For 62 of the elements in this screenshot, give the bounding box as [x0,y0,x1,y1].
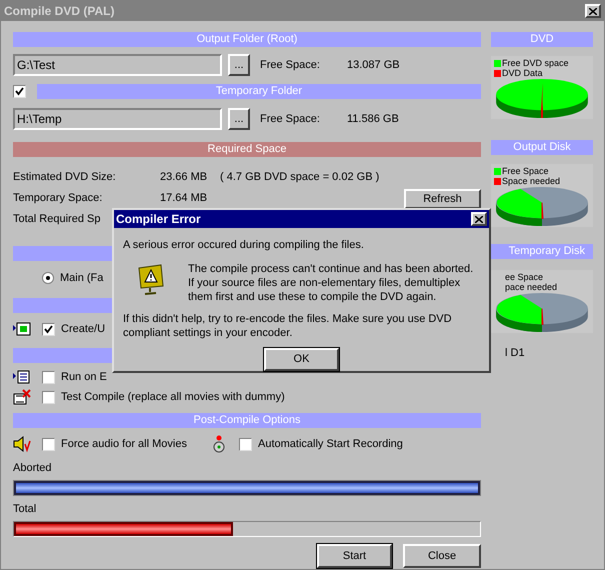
progress-label: Total [13,502,38,517]
size-value: 17.64 MB [160,191,208,206]
checkbox[interactable] [239,438,252,450]
checkbox-label: Automatically Start Recording [258,436,403,452]
checkbox[interactable] [42,438,55,450]
disc-record-icon [212,435,226,453]
error-hint: If this didn't help, try to re-encode the files. Make sure you use DVD compliant settings in your encoder. [122,312,453,340]
progress-label: Aborted [13,460,53,476]
close-icon [475,216,483,222]
window-title: Compile DVD (PAL) [4,3,114,20]
size-label: Estimated DVD Size: [13,170,117,186]
checkbox-label: Run on E [61,370,107,385]
panel-header: Temporary Disk [491,244,593,259]
ok-button[interactable]: OK [264,348,339,370]
panel-header: DVD [491,32,593,47]
dialog-button[interactable]: Start [317,544,392,568]
checkbox[interactable] [42,322,55,336]
checkbox-label: Create/U [61,322,106,337]
checkbox[interactable] [42,370,55,384]
section-header: Output Folder (Root) [13,32,481,47]
legend-label: Space needed [502,176,560,186]
close-button[interactable] [471,212,487,226]
size-label: Temporary Space: [13,191,104,206]
checkbox[interactable] [13,85,26,98]
checkbox-label: Test Compile (replace all movies with dummy) [61,390,285,405]
free-space-value: 13.087 GB [347,58,400,73]
error-intro: A serious error occured during compiling the files. [122,238,365,253]
close-button[interactable] [585,4,601,18]
browse-button[interactable]: ... [228,54,250,76]
legend-label: pace needed [505,282,558,292]
legend-label: ee Space [505,272,544,282]
speaker-icon [13,435,31,453]
size-note: ( 4.7 GB DVD space = 0.02 GB ) [220,170,380,186]
size-label: Total Required Sp [13,212,100,228]
panel-header: Output Disk [491,140,593,155]
section-header: Post-Compile Options [13,413,481,428]
checkbox-label: Force audio for all Movies [61,436,187,452]
free-space-value: 11.586 GB [347,112,399,127]
section-header: Temporary Folder [37,84,481,99]
free-space-label: Free Space: [260,58,321,73]
film-frame-icon [13,322,31,336]
legend-label: DVD Data [502,68,543,78]
browse-button[interactable]: ... [228,108,250,130]
free-space-label: Free Space: [260,112,321,127]
film-cross-icon [13,389,31,405]
refresh-button[interactable]: Refresh [404,188,481,208]
error-message: The compile process can't continue and has been aborted. If your source files are non-elementary files, demultiplex them first and use these to compile the DVD again. [188,262,474,304]
dialog-button[interactable]: Close [403,544,481,568]
warning-monitor-icon [136,264,166,296]
radio-button[interactable] [42,272,54,284]
checkbox[interactable] [42,390,55,404]
legend-label: Free Space [502,166,549,176]
section-header: Required Space [13,142,481,157]
close-icon [589,8,597,14]
info-text: l D1 [504,346,526,361]
size-value: 23.66 MB [160,170,208,186]
path-field[interactable]: G:\Test [13,54,222,76]
path-field[interactable]: H:\Temp [13,108,222,130]
radio-label: Main (Fa [60,270,104,286]
dialog-title: Compiler Error [116,211,201,228]
legend-label: Free DVD space [502,58,569,68]
document-list-icon [13,370,31,384]
